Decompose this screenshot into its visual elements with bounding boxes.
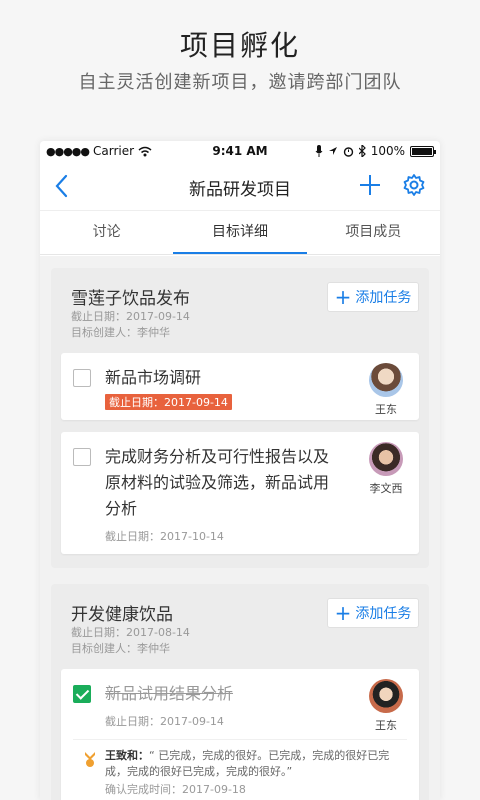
gear-icon[interactable] xyxy=(402,173,426,197)
task-checkbox[interactable] xyxy=(73,369,91,387)
promo-title: 项目孵化 xyxy=(179,29,300,62)
battery-icon xyxy=(410,145,436,157)
assignee-name: 王东 xyxy=(375,719,397,732)
avatar xyxy=(369,363,403,397)
tab-members[interactable]: 项目成员 xyxy=(307,211,440,254)
assignee-name: 李文西 xyxy=(369,482,403,495)
battery-percent: 100% xyxy=(370,144,405,158)
task-card[interactable]: 新品市场调研 截止日期：2017-09-14 王东 xyxy=(61,353,419,420)
add-task-label: 添加任务 xyxy=(355,290,412,306)
phone-frame: ●●●●● Carrier 9:41 AM 100% 新品研发项目 讨论 目标详… xyxy=(40,141,440,800)
add-task-button[interactable]: + 添加任务 xyxy=(327,598,419,628)
avatar xyxy=(369,442,403,476)
task-checkbox[interactable] xyxy=(73,448,91,466)
tab-goal-details[interactable]: 目标详细 xyxy=(173,211,307,254)
mic-icon xyxy=(315,145,323,157)
alarm-icon xyxy=(343,146,353,157)
task-deadline-overdue: 截止日期：2017-09-14 xyxy=(105,394,232,410)
goal-list: 雪莲子饮品发布 截止日期：2017-09-14 目标创建人：李仲华 + 添加任务… xyxy=(40,256,440,800)
assignee[interactable]: 王东 xyxy=(363,363,409,417)
goal-creator: 目标创建人：李仲华 xyxy=(71,642,170,655)
tab-discussion[interactable]: 讨论 xyxy=(40,211,173,254)
plus-icon[interactable] xyxy=(358,173,382,197)
promo-subtitle: 自主灵活创建新项目，邀请跨部门团队 xyxy=(78,72,402,93)
task-title: 新品试用结果分析 xyxy=(105,684,234,703)
goal-creator: 目标创建人：李仲华 xyxy=(71,326,170,339)
task-deadline: 截止日期：2017-09-14 xyxy=(105,715,224,728)
task-title: 完成财务分析及可行性报告以及原材料的试验及筛选，新品试用分析 xyxy=(105,447,330,518)
assignee[interactable]: 李文西 xyxy=(363,442,409,496)
status-bar: ●●●●● Carrier 9:41 AM 100% xyxy=(40,141,440,161)
confirm-time: 确认完成时间：2017-09-18 xyxy=(105,783,246,796)
task-title: 新品市场调研 xyxy=(105,368,202,387)
assignee-name: 王东 xyxy=(375,403,397,416)
completion-comment: 王致和：“ 已完成，完成的很好。已完成，完成的很好已完成，完成的很好已完成，完成… xyxy=(73,739,407,798)
comment-author: 王致和： xyxy=(105,749,149,762)
add-task-button[interactable]: + 添加任务 xyxy=(327,282,419,312)
assignee[interactable]: 王东 xyxy=(363,679,409,733)
plus-icon: + xyxy=(334,601,352,625)
task-checkbox-checked[interactable] xyxy=(73,685,91,703)
navbar: 新品研发项目 xyxy=(40,161,440,211)
task-card[interactable]: 完成财务分析及可行性报告以及原材料的试验及筛选，新品试用分析 截止日期：2017… xyxy=(61,432,419,554)
tab-bar: 讨论 目标详细 项目成员 xyxy=(40,211,440,255)
task-card[interactable]: 新品试用结果分析 截止日期：2017-09-14 王东 王致和：“ 已完成，完成… xyxy=(61,669,419,800)
location-icon xyxy=(328,147,337,155)
avatar xyxy=(369,679,403,713)
medal-icon xyxy=(85,752,95,767)
task-deadline: 截止日期：2017-10-14 xyxy=(105,530,224,543)
add-task-label: 添加任务 xyxy=(355,606,412,622)
bluetooth-icon xyxy=(358,145,366,157)
plus-icon: + xyxy=(334,285,352,309)
goal-card: 雪莲子饮品发布 截止日期：2017-09-14 目标创建人：李仲华 + 添加任务… xyxy=(51,268,429,568)
goal-card: 开发健康饮品 截止日期：2017-08-14 目标创建人：李仲华 + 添加任务 … xyxy=(51,584,429,800)
